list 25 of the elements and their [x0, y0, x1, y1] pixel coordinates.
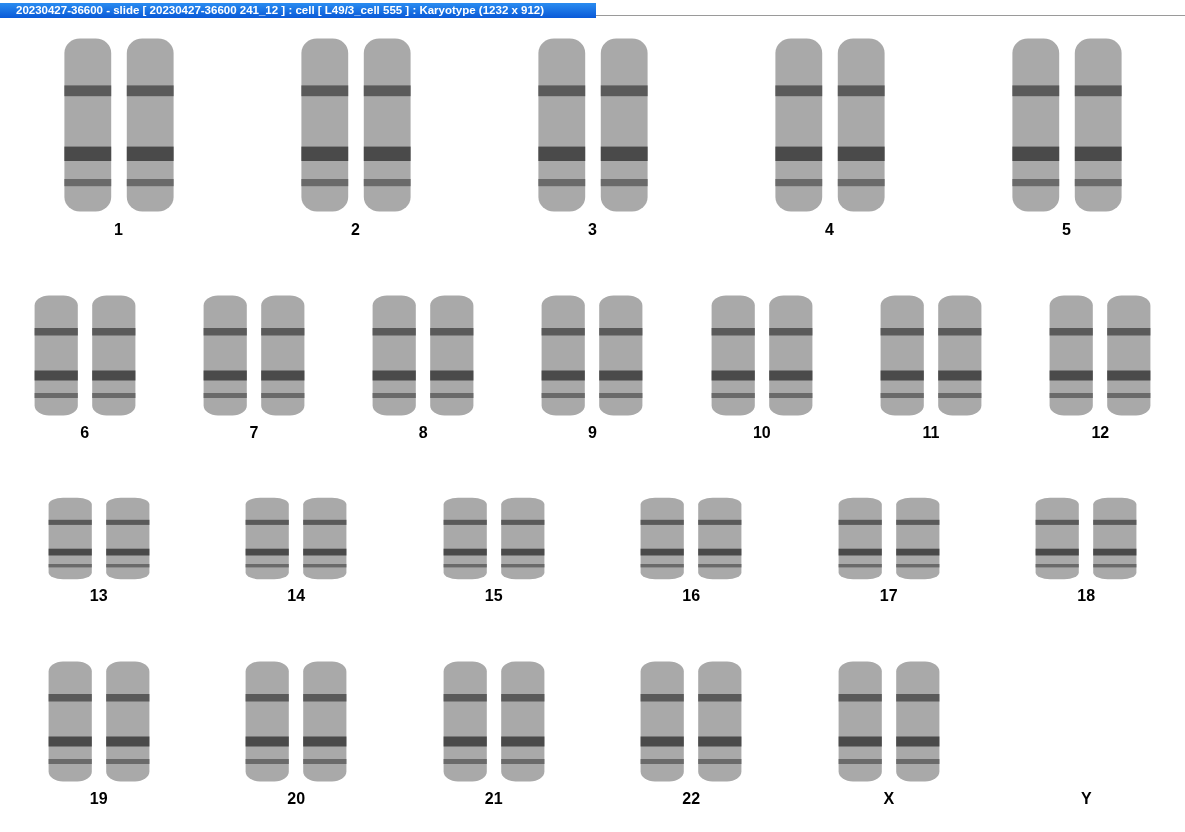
chromosome-label: 21 — [484, 790, 503, 808]
chromosome-label: 18 — [1077, 587, 1096, 605]
chromosome-label: 2 — [351, 221, 360, 239]
chromosome-label: 10 — [752, 424, 771, 442]
chromosome-label: 4 — [825, 221, 834, 239]
chromosome-label: 20 — [287, 790, 306, 808]
chromosome-label: 7 — [249, 424, 259, 442]
chromosome-label: 13 — [89, 587, 108, 605]
chromosome-label: 11 — [922, 424, 940, 442]
chromosome-label: 1 — [114, 221, 123, 239]
chromosome-label: 22 — [682, 790, 701, 808]
chromosome-label: 15 — [484, 587, 503, 605]
chromosome-label: 6 — [80, 424, 90, 442]
chromosome-label: 12 — [1091, 424, 1110, 442]
chromosome-label: 5 — [1062, 221, 1071, 239]
chromosome-label: 3 — [588, 221, 597, 239]
chromosome-label: Y — [1080, 790, 1092, 808]
window-title: 20230427-36600 - slide [ 20230427-36600 241_12 ] : cell [ L49/3_cell 555 ] : Karyotype (1232 x 912) — [0, 3, 596, 18]
chromosome-label: 16 — [682, 587, 701, 605]
chromosome-label: 9 — [588, 424, 597, 442]
chromosome-label: 14 — [287, 587, 306, 605]
chromosome-label: 19 — [89, 790, 108, 808]
chromosome-label: 8 — [418, 424, 428, 442]
chromosome-label: X — [883, 790, 895, 808]
chromosome-label: 17 — [879, 587, 898, 605]
